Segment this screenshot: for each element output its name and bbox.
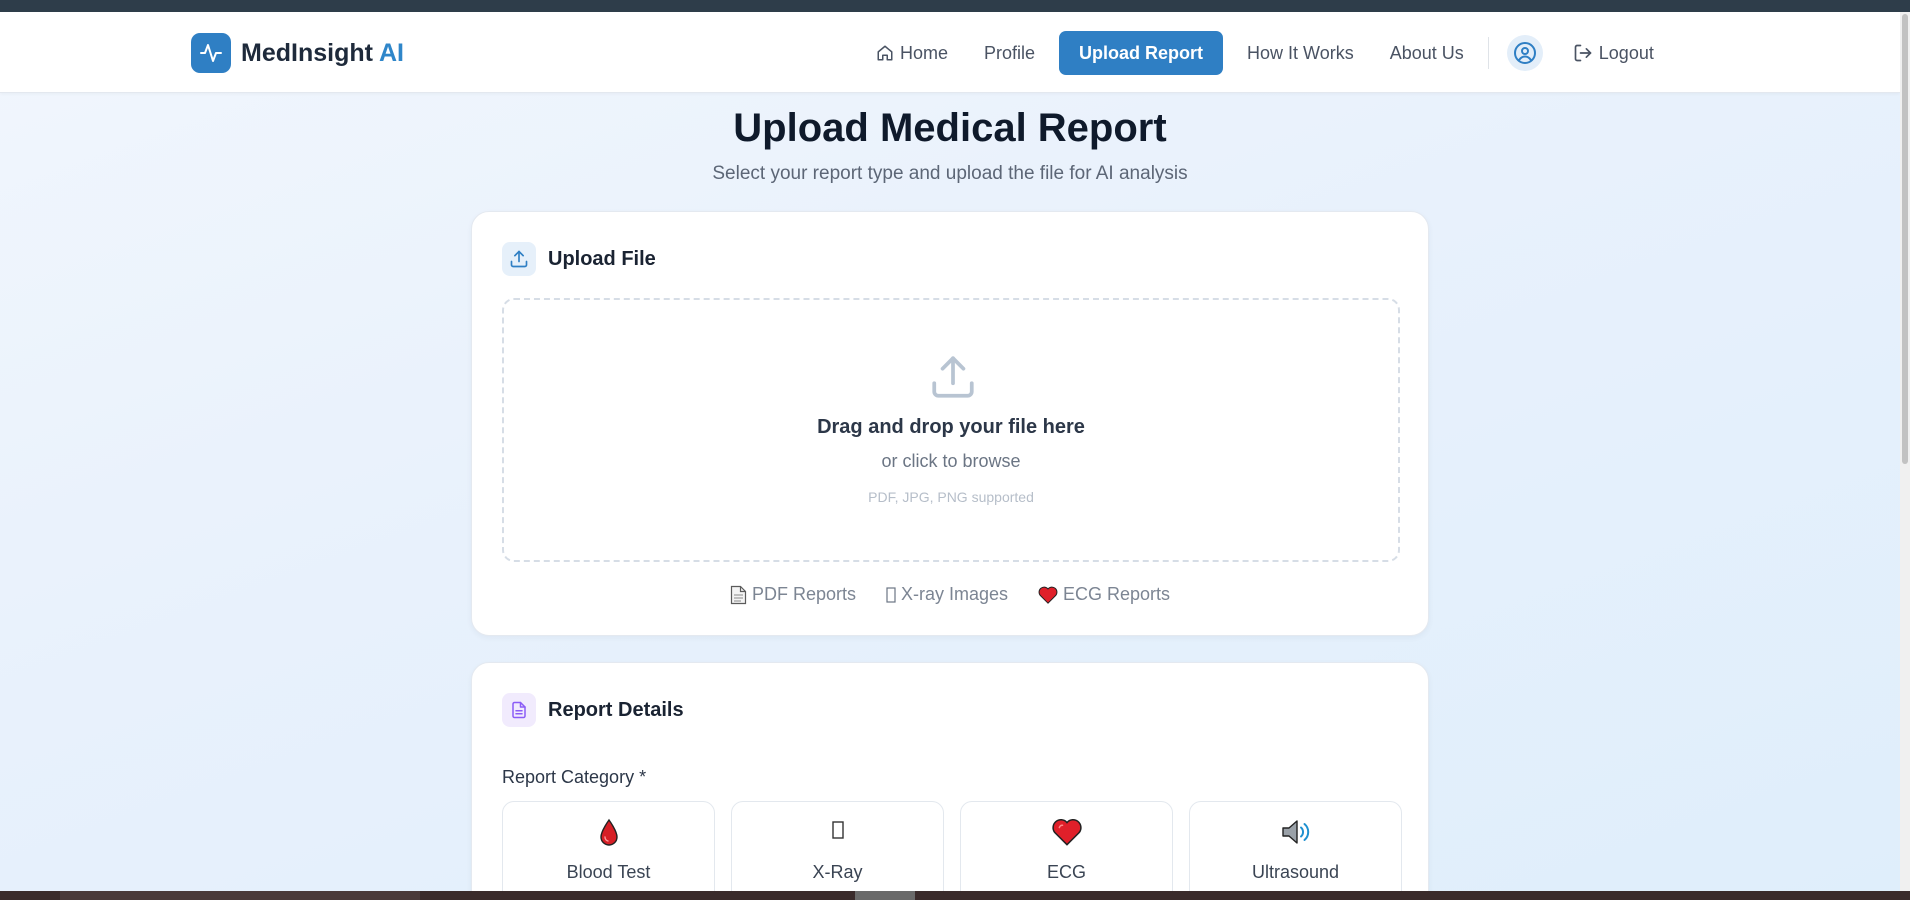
category-label: ECG	[1046, 862, 1086, 882]
blood-drop-icon	[503, 818, 714, 848]
heart-icon	[1038, 586, 1058, 604]
taskbar-strip	[0, 891, 1910, 900]
upload-card-header: Upload File	[502, 242, 656, 276]
nav-about-us[interactable]: About Us	[1372, 31, 1482, 75]
report-category-options: Blood Test X-Ray ECG Ultrasound	[502, 801, 1402, 891]
heart-icon	[961, 818, 1172, 848]
category-ultrasound[interactable]: Ultrasound	[1189, 801, 1402, 891]
page-subtitle: Select your report type and upload the f…	[712, 163, 1188, 184]
report-category-text: Report Category	[502, 767, 635, 787]
required-mark: *	[639, 767, 647, 787]
details-card-title: Report Details	[548, 698, 684, 721]
category-label: X-Ray	[812, 862, 863, 882]
details-card-header: Report Details	[502, 693, 684, 727]
category-blood-test[interactable]: Blood Test	[502, 801, 715, 891]
upload-card-title: Upload File	[548, 247, 656, 270]
dropzone-browse-hint: or click to browse	[881, 451, 1021, 471]
nav-how-it-works[interactable]: How It Works	[1229, 31, 1372, 75]
category-x-ray[interactable]: X-Ray	[731, 801, 944, 891]
scrollbar-thumb[interactable]	[1902, 14, 1908, 464]
taskbar-segment	[60, 891, 420, 900]
supported-types: PDF Reports X-ray Images ECG Reports	[472, 584, 1428, 605]
missing-glyph-icon	[886, 586, 896, 603]
upload-icon	[502, 242, 536, 276]
report-category-label: Report Category *	[502, 767, 646, 788]
page-title: Upload Medical Report	[733, 106, 1167, 150]
page-viewport: MedInsight AI Home Profile Upload Report…	[0, 12, 1900, 891]
report-details-card: Report Details Report Category * Blood T…	[471, 662, 1429, 891]
category-ecg[interactable]: ECG	[960, 801, 1173, 891]
nav-home-label: Home	[900, 42, 949, 63]
nav-profile[interactable]: Profile	[966, 31, 1053, 75]
dropzone-formats: PDF, JPG, PNG supported	[868, 489, 1034, 505]
brand-name-text: MedInsight	[241, 38, 373, 67]
taskbar-segment	[855, 891, 915, 900]
nav-home[interactable]: Home	[858, 31, 966, 75]
missing-glyph-icon	[732, 818, 943, 848]
logout-icon	[1574, 44, 1592, 62]
user-avatar-button[interactable]	[1506, 35, 1543, 71]
type-ecg-reports: ECG Reports	[1038, 584, 1170, 605]
browser-top-strip	[0, 0, 1910, 12]
category-label: Blood Test	[566, 862, 651, 882]
category-label: Ultrasound	[1251, 862, 1340, 882]
type-label: X-ray Images	[900, 584, 1009, 604]
document-icon	[730, 585, 747, 605]
nav-logout[interactable]: Logout	[1555, 31, 1672, 75]
nav-divider	[1487, 37, 1489, 69]
file-dropzone[interactable]: Drag and drop your file here or click to…	[502, 298, 1400, 562]
pulse-logo-icon	[191, 33, 231, 73]
nav-upload-report[interactable]: Upload Report	[1059, 31, 1224, 75]
dropzone-title: Drag and drop your file here	[817, 416, 1085, 438]
file-text-icon	[502, 693, 536, 727]
type-label: PDF Reports	[751, 584, 856, 604]
brand[interactable]: MedInsight AI	[191, 33, 404, 73]
nav-links: Home Profile Upload Report How It Works …	[858, 31, 1672, 75]
type-xray-images: X-ray Images	[886, 584, 1008, 605]
upload-cloud-icon	[928, 352, 978, 407]
nav-logout-label: Logout	[1598, 42, 1654, 63]
user-circle-icon	[1513, 42, 1536, 64]
upload-file-card: Upload File Drag and drop your file here…	[471, 211, 1429, 636]
brand-accent-text: AI	[378, 38, 404, 67]
speaker-icon	[1190, 818, 1401, 848]
navbar: MedInsight AI Home Profile Upload Report…	[0, 12, 1900, 93]
brand-name: MedInsight AI	[241, 39, 404, 68]
home-icon	[877, 45, 893, 61]
type-pdf-reports: PDF Reports	[730, 584, 856, 605]
type-label: ECG Reports	[1063, 584, 1171, 604]
